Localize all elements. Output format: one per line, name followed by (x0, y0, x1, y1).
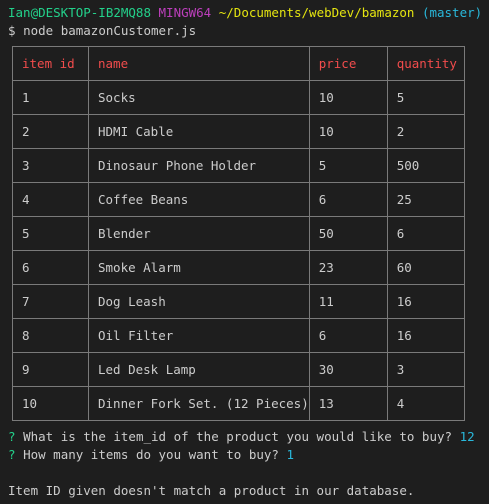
table-row: 3 Dinosaur Phone Holder 5 500 (12, 148, 465, 183)
table-row: 7 Dog Leash 11 16 (12, 284, 465, 319)
cell-quantity: 5 (386, 80, 465, 115)
prompt-output: ? What is the item_id of the product you… (8, 428, 486, 500)
cell-price: 10 (308, 80, 388, 115)
cell-price: 6 (308, 182, 388, 217)
cell-name: Socks (88, 80, 310, 115)
table-row: 4 Coffee Beans 6 25 (12, 182, 465, 217)
cell-quantity: 25 (386, 182, 465, 217)
prompt-line: Ian@DESKTOP-IB2MQ88 MINGW64 ~/Documents/… (8, 4, 486, 22)
cell-name: HDMI Cable (88, 114, 310, 149)
cell-name: Led Desk Lamp (88, 352, 310, 387)
cell-price: 10 (308, 114, 388, 149)
table-row: 6 Smoke Alarm 23 60 (12, 250, 465, 285)
question-quantity: ? How many items do you want to buy? 1 (8, 446, 486, 464)
cell-quantity: 500 (386, 148, 465, 183)
question-answer: 1 (286, 447, 294, 462)
prompt-shell: MINGW64 (158, 5, 212, 20)
cell-name: Dinner Fork Set. (12 Pieces) (88, 386, 310, 421)
cell-item-id: 1 (12, 80, 89, 115)
cell-item-id: 7 (12, 284, 89, 319)
question-item-id: ? What is the item_id of the product you… (8, 428, 486, 446)
products-table: item id name price quantity 1 Socks 10 5 2 HD… (12, 46, 465, 421)
cell-quantity: 6 (386, 216, 465, 251)
cell-price: 11 (308, 284, 388, 319)
cell-quantity: 4 (386, 386, 465, 421)
question-text: What is the item_id of the product you w… (23, 429, 453, 444)
error-message: Item ID given doesn't match a product in… (8, 483, 415, 498)
table-row: 8 Oil Filter 6 16 (12, 318, 465, 353)
header-name: name (88, 46, 310, 81)
cell-quantity: 3 (386, 352, 465, 387)
cell-price: 13 (308, 386, 388, 421)
command-line: $ node bamazonCustomer.js (8, 22, 486, 40)
command-text: node bamazonCustomer.js (23, 23, 197, 38)
cell-name: Oil Filter (88, 318, 310, 353)
terminal-window[interactable]: Ian@DESKTOP-IB2MQ88 MINGW64 ~/Documents/… (8, 4, 486, 40)
cell-item-id: 6 (12, 250, 89, 285)
cell-name: Smoke Alarm (88, 250, 310, 285)
cell-price: 30 (308, 352, 388, 387)
prompt-user-host: Ian@DESKTOP-IB2MQ88 (8, 5, 151, 20)
cell-name: Coffee Beans (88, 182, 310, 217)
header-price: price (308, 46, 388, 81)
cell-price: 5 (308, 148, 388, 183)
cell-item-id: 9 (12, 352, 89, 387)
prompt-symbol: $ (8, 23, 16, 38)
cell-quantity: 16 (386, 318, 465, 353)
cell-name: Dinosaur Phone Holder (88, 148, 310, 183)
cell-price: 23 (308, 250, 388, 285)
question-answer: 12 (459, 429, 475, 444)
prompt-branch: (master) (421, 5, 483, 20)
cell-name: Blender (88, 216, 310, 251)
table-row: 10 Dinner Fork Set. (12 Pieces) 13 4 (12, 386, 465, 421)
question-mark: ? (8, 447, 16, 462)
cell-item-id: 2 (12, 114, 89, 149)
question-text: How many items do you want to buy? (23, 447, 279, 462)
table-header-row: item id name price quantity (12, 46, 465, 81)
cell-quantity: 2 (386, 114, 465, 149)
cell-item-id: 8 (12, 318, 89, 353)
cell-name: Dog Leash (88, 284, 310, 319)
cell-quantity: 16 (386, 284, 465, 319)
cell-quantity: 60 (386, 250, 465, 285)
table-row: 1 Socks 10 5 (12, 80, 465, 115)
cell-item-id: 10 (12, 386, 89, 421)
header-quantity: quantity (386, 46, 465, 81)
table-row: 2 HDMI Cable 10 2 (12, 114, 465, 149)
cell-price: 6 (308, 318, 388, 353)
question-mark: ? (8, 429, 16, 444)
cell-item-id: 3 (12, 148, 89, 183)
header-item-id: item id (12, 46, 89, 81)
table-row: 5 Blender 50 6 (12, 216, 465, 251)
table-row: 9 Led Desk Lamp 30 3 (12, 352, 465, 387)
cell-item-id: 4 (12, 182, 89, 217)
cell-price: 50 (308, 216, 388, 251)
cell-item-id: 5 (12, 216, 89, 251)
prompt-path: ~/Documents/webDev/bamazon (218, 5, 415, 20)
